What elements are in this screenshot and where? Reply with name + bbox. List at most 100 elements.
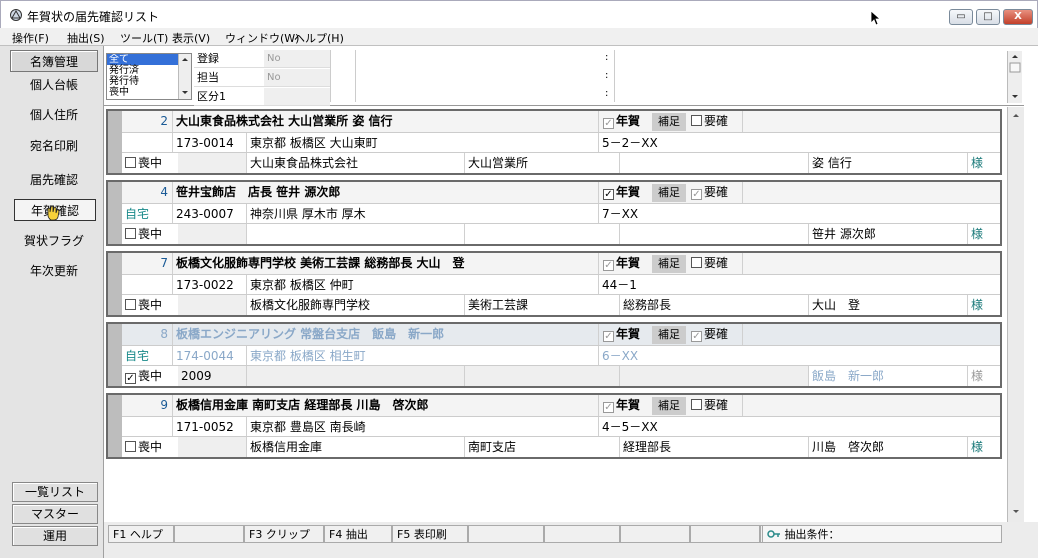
- hosei-button[interactable]: 補足: [652, 397, 686, 415]
- close-button[interactable]: X: [1003, 9, 1033, 25]
- address-line1: 東京都 豊島区 南長崎: [250, 420, 366, 434]
- address-line2: 44－1: [602, 278, 637, 292]
- scroll-up-icon: [182, 58, 188, 61]
- record-card[interactable]: 4 笹井宝飾店 店長 笹井 源次郎 ✓ 年賀 補足 ✓ 要確 自宅 243-0007…: [106, 180, 1002, 246]
- address-line1: 東京都 板橋区 仲町: [250, 278, 354, 292]
- honorific: 様: [971, 298, 984, 312]
- filter-value-assignee[interactable]: No: [264, 69, 330, 87]
- sidebar-item-roster[interactable]: 名簿管理: [10, 50, 98, 72]
- hosei-button[interactable]: 補足: [652, 113, 686, 131]
- menu-window[interactable]: ウィンドウ(W): [225, 30, 299, 46]
- hosei-button[interactable]: 補足: [652, 184, 686, 202]
- colon: :: [605, 70, 609, 81]
- sidebar-item-operation[interactable]: 運用: [12, 526, 98, 546]
- listbox-scrollbar[interactable]: [178, 54, 191, 99]
- sidebar-item-personal-ledger[interactable]: 個人台帳: [10, 74, 98, 96]
- menu-extract[interactable]: 抽出(S): [67, 30, 105, 46]
- company-name: [247, 224, 464, 244]
- filter-scrollbar[interactable]: [1007, 51, 1022, 103]
- address-type: [122, 275, 172, 294]
- record-card[interactable]: 7 板橋文化服飾専門学校 美術工芸課 総務部長 大山 登 ✓ 年賀 補足 要確 1…: [106, 251, 1002, 317]
- mochu-checkbox[interactable]: 喪中: [122, 437, 178, 457]
- youkaku-checkbox[interactable]: 要確: [688, 111, 740, 132]
- person-name: 川島 啓次郎: [812, 440, 885, 454]
- extract-condition: 抽出条件：: [762, 525, 1002, 543]
- f3-clip-key[interactable]: F3 クリップ: [244, 525, 324, 543]
- menu-tools[interactable]: ツール(T): [120, 30, 168, 46]
- sidebar-item-master[interactable]: マスター: [12, 504, 98, 524]
- hosei-button[interactable]: 補足: [652, 255, 686, 273]
- scroll-down-icon: [1013, 510, 1019, 513]
- mochu-checkbox[interactable]: ✓ 喪中: [122, 366, 178, 386]
- address-line1: 東京都 板橋区 相生町: [250, 349, 366, 363]
- record-card[interactable]: 9 板橋信用金庫 南町支店 経理部長 川島 啓次郎 ✓ 年賀 補足 要確 171-…: [106, 393, 1002, 459]
- mochu-checkbox[interactable]: 喪中: [122, 224, 178, 244]
- filter-label-assignee: 担当: [194, 69, 264, 87]
- nenga-checkbox[interactable]: ✓ 年賀: [600, 182, 652, 203]
- f5-print-key[interactable]: F5 表印刷: [392, 525, 468, 543]
- sidebar-item-personal-address[interactable]: 個人住所: [10, 104, 98, 126]
- address-line2: 4－5－XX: [602, 420, 658, 434]
- mochu-checkbox[interactable]: 喪中: [122, 153, 178, 173]
- person-name: 笹井 源次郎: [812, 227, 876, 241]
- position: [620, 153, 808, 173]
- company-name: 大山東食品株式会社: [250, 156, 359, 170]
- department: 美術工芸課: [468, 298, 529, 312]
- record-title: 板橋信用金庫 南町支店 経理部長 川島 啓次郎: [176, 398, 429, 412]
- nenga-checkbox[interactable]: ✓ 年賀: [600, 253, 652, 274]
- position: 経理部長: [623, 440, 672, 454]
- address-line2: 7－XX: [602, 207, 639, 221]
- company-name: [247, 366, 464, 386]
- filter-value-category1[interactable]: [264, 88, 330, 106]
- app-icon: [10, 9, 22, 21]
- hand-pointer-icon: [47, 205, 60, 221]
- f1-help-key[interactable]: F1 ヘルプ: [108, 525, 174, 543]
- sidebar-item-list[interactable]: 一覧リスト: [12, 482, 98, 502]
- mochu-year: [178, 295, 246, 315]
- person-name: 姿 信行: [812, 156, 852, 170]
- record-number: 7: [160, 256, 168, 270]
- department: 大山営業所: [468, 156, 529, 170]
- nenga-checkbox[interactable]: ✓ 年賀: [600, 395, 652, 416]
- sidebar-item-card-flag[interactable]: 賀状フラグ: [10, 230, 98, 252]
- filter-value-registration[interactable]: No: [264, 50, 330, 68]
- hosei-button[interactable]: 補足: [652, 326, 686, 344]
- sidebar-item-annual-update[interactable]: 年次更新: [10, 260, 98, 282]
- position: 総務部長: [623, 298, 672, 312]
- menu-help[interactable]: ヘルプ(H): [294, 30, 344, 46]
- sidebar: 名簿管理 個人台帳 個人住所 宛名印刷 届先確認 年賀確認 賀状フラグ 年次更新…: [0, 46, 104, 558]
- menu-bar: 操作(F) 抽出(S) ツール(T) 表示(V) ウィンドウ(W) ヘルプ(H): [0, 28, 1038, 46]
- youkaku-checkbox[interactable]: ✓ 要確: [688, 324, 740, 345]
- title-bar: 年賀状の届先確認リスト ▭ □ X: [0, 0, 1038, 28]
- checkbox-icon: [125, 441, 136, 452]
- scroll-down-icon: [1012, 95, 1018, 98]
- nenga-checkbox[interactable]: ✓ 年賀: [600, 111, 652, 132]
- mochu-checkbox[interactable]: 喪中: [122, 295, 178, 315]
- youkaku-checkbox[interactable]: 要確: [688, 253, 740, 274]
- sidebar-item-destination-check[interactable]: 届先確認: [10, 169, 98, 191]
- address-line2: 6－XX: [602, 349, 639, 363]
- company-name: 板橋信用金庫: [250, 440, 323, 454]
- zip-code: 173-0014: [176, 136, 234, 150]
- key-icon: [767, 530, 780, 538]
- menu-view[interactable]: 表示(V): [172, 30, 210, 46]
- scroll-up-icon: [1013, 114, 1019, 117]
- maximize-button[interactable]: □: [976, 9, 1000, 25]
- address-line2: 5－2－XX: [602, 136, 658, 150]
- checkbox-icon: ✓: [603, 189, 614, 200]
- checkbox-icon: ✓: [603, 118, 614, 129]
- record-card[interactable]: 8 板橋エンジニアリング 常盤台支店 飯島 新一郎 ✓ 年賀 補足 ✓ 要確 自宅 …: [106, 322, 1002, 388]
- colon: :: [605, 88, 609, 99]
- record-card[interactable]: 2 大山東食品株式会社 大山営業所 姿 信行 ✓ 年賀 補足 要確 173-001…: [106, 109, 1002, 175]
- mochu-year: [178, 153, 246, 173]
- youkaku-checkbox[interactable]: ✓ 要確: [688, 182, 740, 203]
- youkaku-checkbox[interactable]: 要確: [688, 395, 740, 416]
- f4-extract-key[interactable]: F4 抽出: [324, 525, 392, 543]
- sidebar-item-label-print[interactable]: 宛名印刷: [10, 135, 98, 157]
- nenga-checkbox[interactable]: ✓ 年賀: [600, 324, 652, 345]
- menu-operation[interactable]: 操作(F): [12, 30, 49, 46]
- address-line1: 神奈川県 厚木市 厚木: [250, 207, 366, 221]
- mochu-year: [178, 437, 246, 457]
- minimize-button[interactable]: ▭: [949, 9, 973, 25]
- vertical-scrollbar[interactable]: [1007, 107, 1024, 522]
